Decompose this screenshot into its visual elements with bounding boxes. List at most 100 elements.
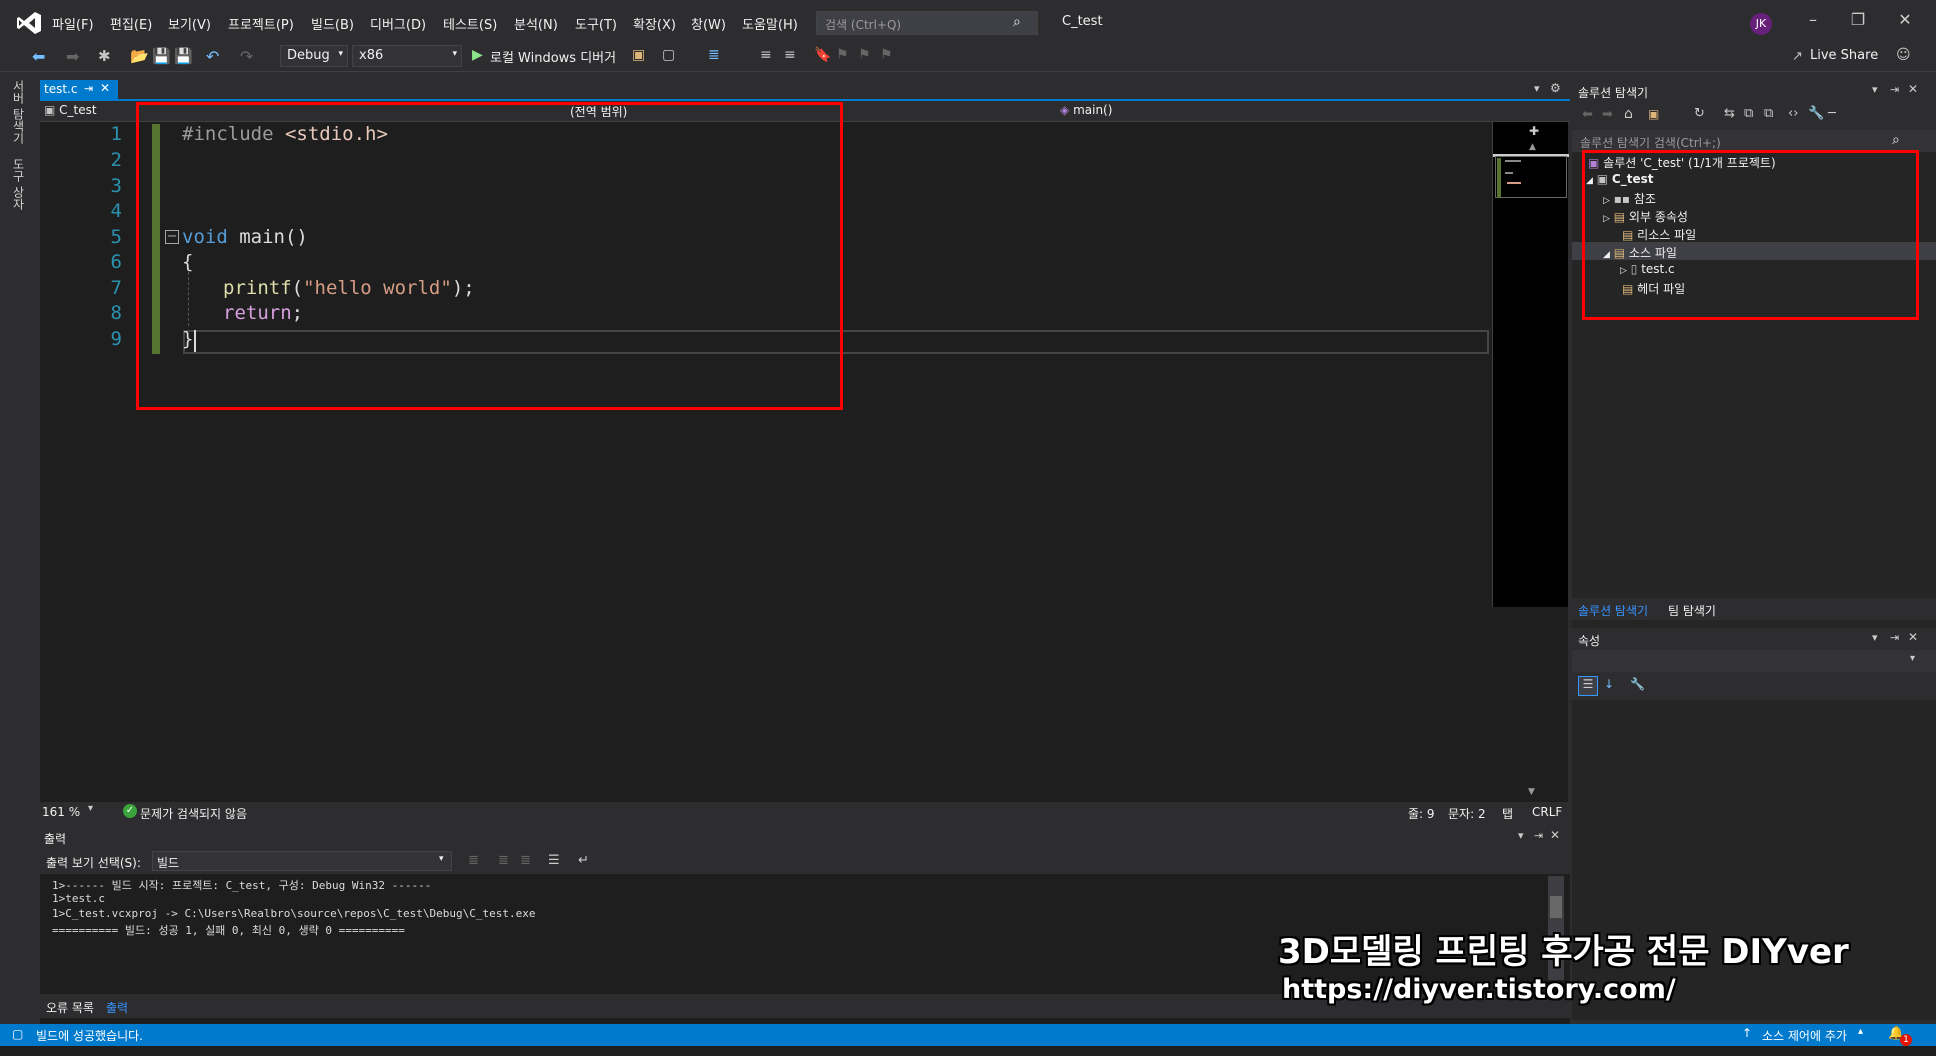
save-icon[interactable]: 💾 [152,47,171,65]
tab-solution-explorer[interactable]: 솔루션 탐색기 [1578,602,1648,619]
next-bookmark-icon[interactable]: ⚑ [858,47,876,65]
screenshot-icon[interactable]: ▢ [662,47,680,65]
platform-dropdown[interactable]: x86 ▾ [352,45,462,67]
line-ending[interactable]: CRLF [1532,805,1562,819]
menu-analyze[interactable]: 분석(N) [514,14,558,33]
menu-debug[interactable]: 디버그(D) [370,14,426,33]
zoom-level[interactable]: 161 % [42,805,80,819]
back-icon[interactable]: ⬅ [1582,107,1593,122]
forward-icon[interactable]: ➡ [66,47,84,66]
tab-error-list[interactable]: 오류 목록 [46,999,94,1016]
forward-icon[interactable]: ➡ [1602,107,1613,122]
pin-icon[interactable]: ⇥ [1890,631,1899,644]
visual-studio-logo-icon[interactable] [16,11,42,35]
settings-gear-icon[interactable]: ⚙ [1550,81,1561,95]
pin-icon[interactable]: ⇥ [84,82,93,95]
save-all-icon[interactable]: 💾 [174,47,193,65]
issues-status[interactable]: 문제가 검색되지 않음 [140,805,247,822]
menu-extensions[interactable]: 확장(X) [633,14,676,33]
attach-icon[interactable]: ▣ [632,47,650,65]
output-window-icon[interactable]: ▢ [12,1027,23,1041]
view-code-icon[interactable]: ‹› [1788,106,1798,121]
scrollbar-thumb[interactable] [1550,896,1562,918]
menu-test[interactable]: 테스트(S) [443,14,497,33]
menu-edit[interactable]: 편집(E) [110,14,152,33]
bookmark-icon[interactable]: 🔖 [814,47,832,65]
search-icon[interactable]: ⌕ [1892,132,1900,148]
clear-bookmarks-icon[interactable]: ⚑ [880,47,898,65]
feedback-icon[interactable]: ☺ [1896,47,1911,63]
undo-icon[interactable]: ↶ [206,47,224,66]
comment-icon[interactable]: ≡ [760,47,778,65]
tab-team-explorer[interactable]: 팀 탐색기 [1668,602,1716,619]
format-icon[interactable]: ≣ [708,47,726,65]
split-editor-icon[interactable]: ✚ [1529,124,1539,138]
menu-project[interactable]: 프로젝트(P) [228,14,294,33]
close-panel-icon[interactable]: ✕ [1550,828,1560,842]
solution-search-input[interactable]: 솔루션 탐색기 검색(Ctrl+;) ⌕ [1572,130,1936,152]
close-window-icon[interactable]: ✕ [1890,10,1920,36]
new-project-icon[interactable]: ✱ [98,47,116,65]
uncomment-icon[interactable]: ≡ [784,47,802,65]
panel-menu-icon[interactable]: ▾ [1872,631,1878,644]
open-folder-icon[interactable]: 📂 [130,47,149,65]
menu-file[interactable]: 파일(F) [52,14,94,33]
menu-build[interactable]: 빌드(B) [311,14,354,33]
pin-icon[interactable]: ⇥ [1890,83,1899,96]
sync-icon[interactable]: ⇆ [1724,106,1735,121]
panel-menu-icon[interactable]: ▾ [1872,83,1878,96]
clear-all-icon[interactable]: ☰ [548,853,560,868]
toolbox-tab[interactable]: 도구 상자 [10,158,27,210]
back-icon[interactable]: ⬅ [32,47,50,66]
preview-icon[interactable]: ─ [1828,106,1836,121]
categorized-icon[interactable]: ☰ [1578,676,1598,696]
menu-view[interactable]: 보기(V) [168,14,211,33]
start-debug-icon[interactable]: ▶ [472,47,483,63]
properties-icon[interactable]: 🔧 [1808,106,1824,121]
panel-menu-icon[interactable]: ▾ [1518,829,1524,842]
next-message-icon[interactable]: ≣ [520,853,531,868]
scroll-down-icon[interactable]: ▼ [1528,787,1535,797]
properties-object-dropdown[interactable]: ▾ [1572,650,1936,672]
word-wrap-icon[interactable]: ↵ [578,853,589,868]
menu-window[interactable]: 창(W) [691,14,726,33]
restore-icon[interactable]: ❐ [1843,10,1873,36]
tab-test-c[interactable]: test.c ⇥ ✕ [40,80,118,100]
find-message-icon[interactable]: ≣ [468,853,479,868]
indent-mode[interactable]: 탭 [1502,805,1513,822]
menu-tools[interactable]: 도구(T) [575,14,617,33]
property-pages-icon[interactable]: 🔧 [1630,677,1645,691]
configuration-dropdown[interactable]: Debug ▾ [280,45,348,67]
collapse-all-icon[interactable]: ⧉ [1744,106,1753,121]
scroll-up-icon[interactable]: ▲ [1529,142,1536,152]
member-dropdown[interactable]: ◈ main() [1060,103,1560,121]
pin-icon[interactable]: ⇥ [1534,829,1543,842]
live-share-icon[interactable]: ↗ [1792,49,1803,64]
user-avatar[interactable]: JK [1750,13,1772,35]
close-panel-icon[interactable]: ✕ [1908,82,1918,96]
add-to-source-control[interactable]: 소스 제어에 추가 [1762,1027,1847,1044]
redo-icon[interactable]: ↷ [240,47,258,66]
show-all-files-icon[interactable]: ⧉ [1764,106,1773,121]
minimize-icon[interactable]: – [1798,10,1828,36]
search-icon[interactable]: ⌕ [1013,14,1021,30]
start-debug-button[interactable]: 로컬 Windows 디버거 [490,47,616,66]
menu-help[interactable]: 도움말(H) [742,14,798,33]
output-source-dropdown[interactable]: 빌드 ▾ [152,851,452,871]
pending-changes-icon[interactable]: ↻ [1694,106,1705,121]
minimap[interactable]: ✚ ▲ [1492,122,1569,607]
alphabetical-icon[interactable]: ↓ [1604,677,1614,691]
close-tab-icon[interactable]: ✕ [100,81,110,95]
server-explorer-tab[interactable]: 서버 탐색기 [10,80,27,144]
search-input[interactable]: 검색 (Ctrl+Q) ⌕ [816,11,1038,35]
close-panel-icon[interactable]: ✕ [1908,630,1918,644]
home-icon[interactable]: ⌂ [1624,106,1633,122]
live-share-button[interactable]: Live Share [1810,48,1878,63]
minimap-viewport[interactable] [1495,156,1567,198]
tab-overflow-icon[interactable]: ▾ [1534,82,1540,95]
prev-message-icon[interactable]: ≣ [498,853,509,868]
vertical-scroll-area[interactable]: ▼ [1492,607,1568,802]
switch-views-icon[interactable]: ▣ [1648,107,1659,121]
prev-bookmark-icon[interactable]: ⚑ [836,47,854,65]
tab-output[interactable]: 출력 [106,999,128,1016]
